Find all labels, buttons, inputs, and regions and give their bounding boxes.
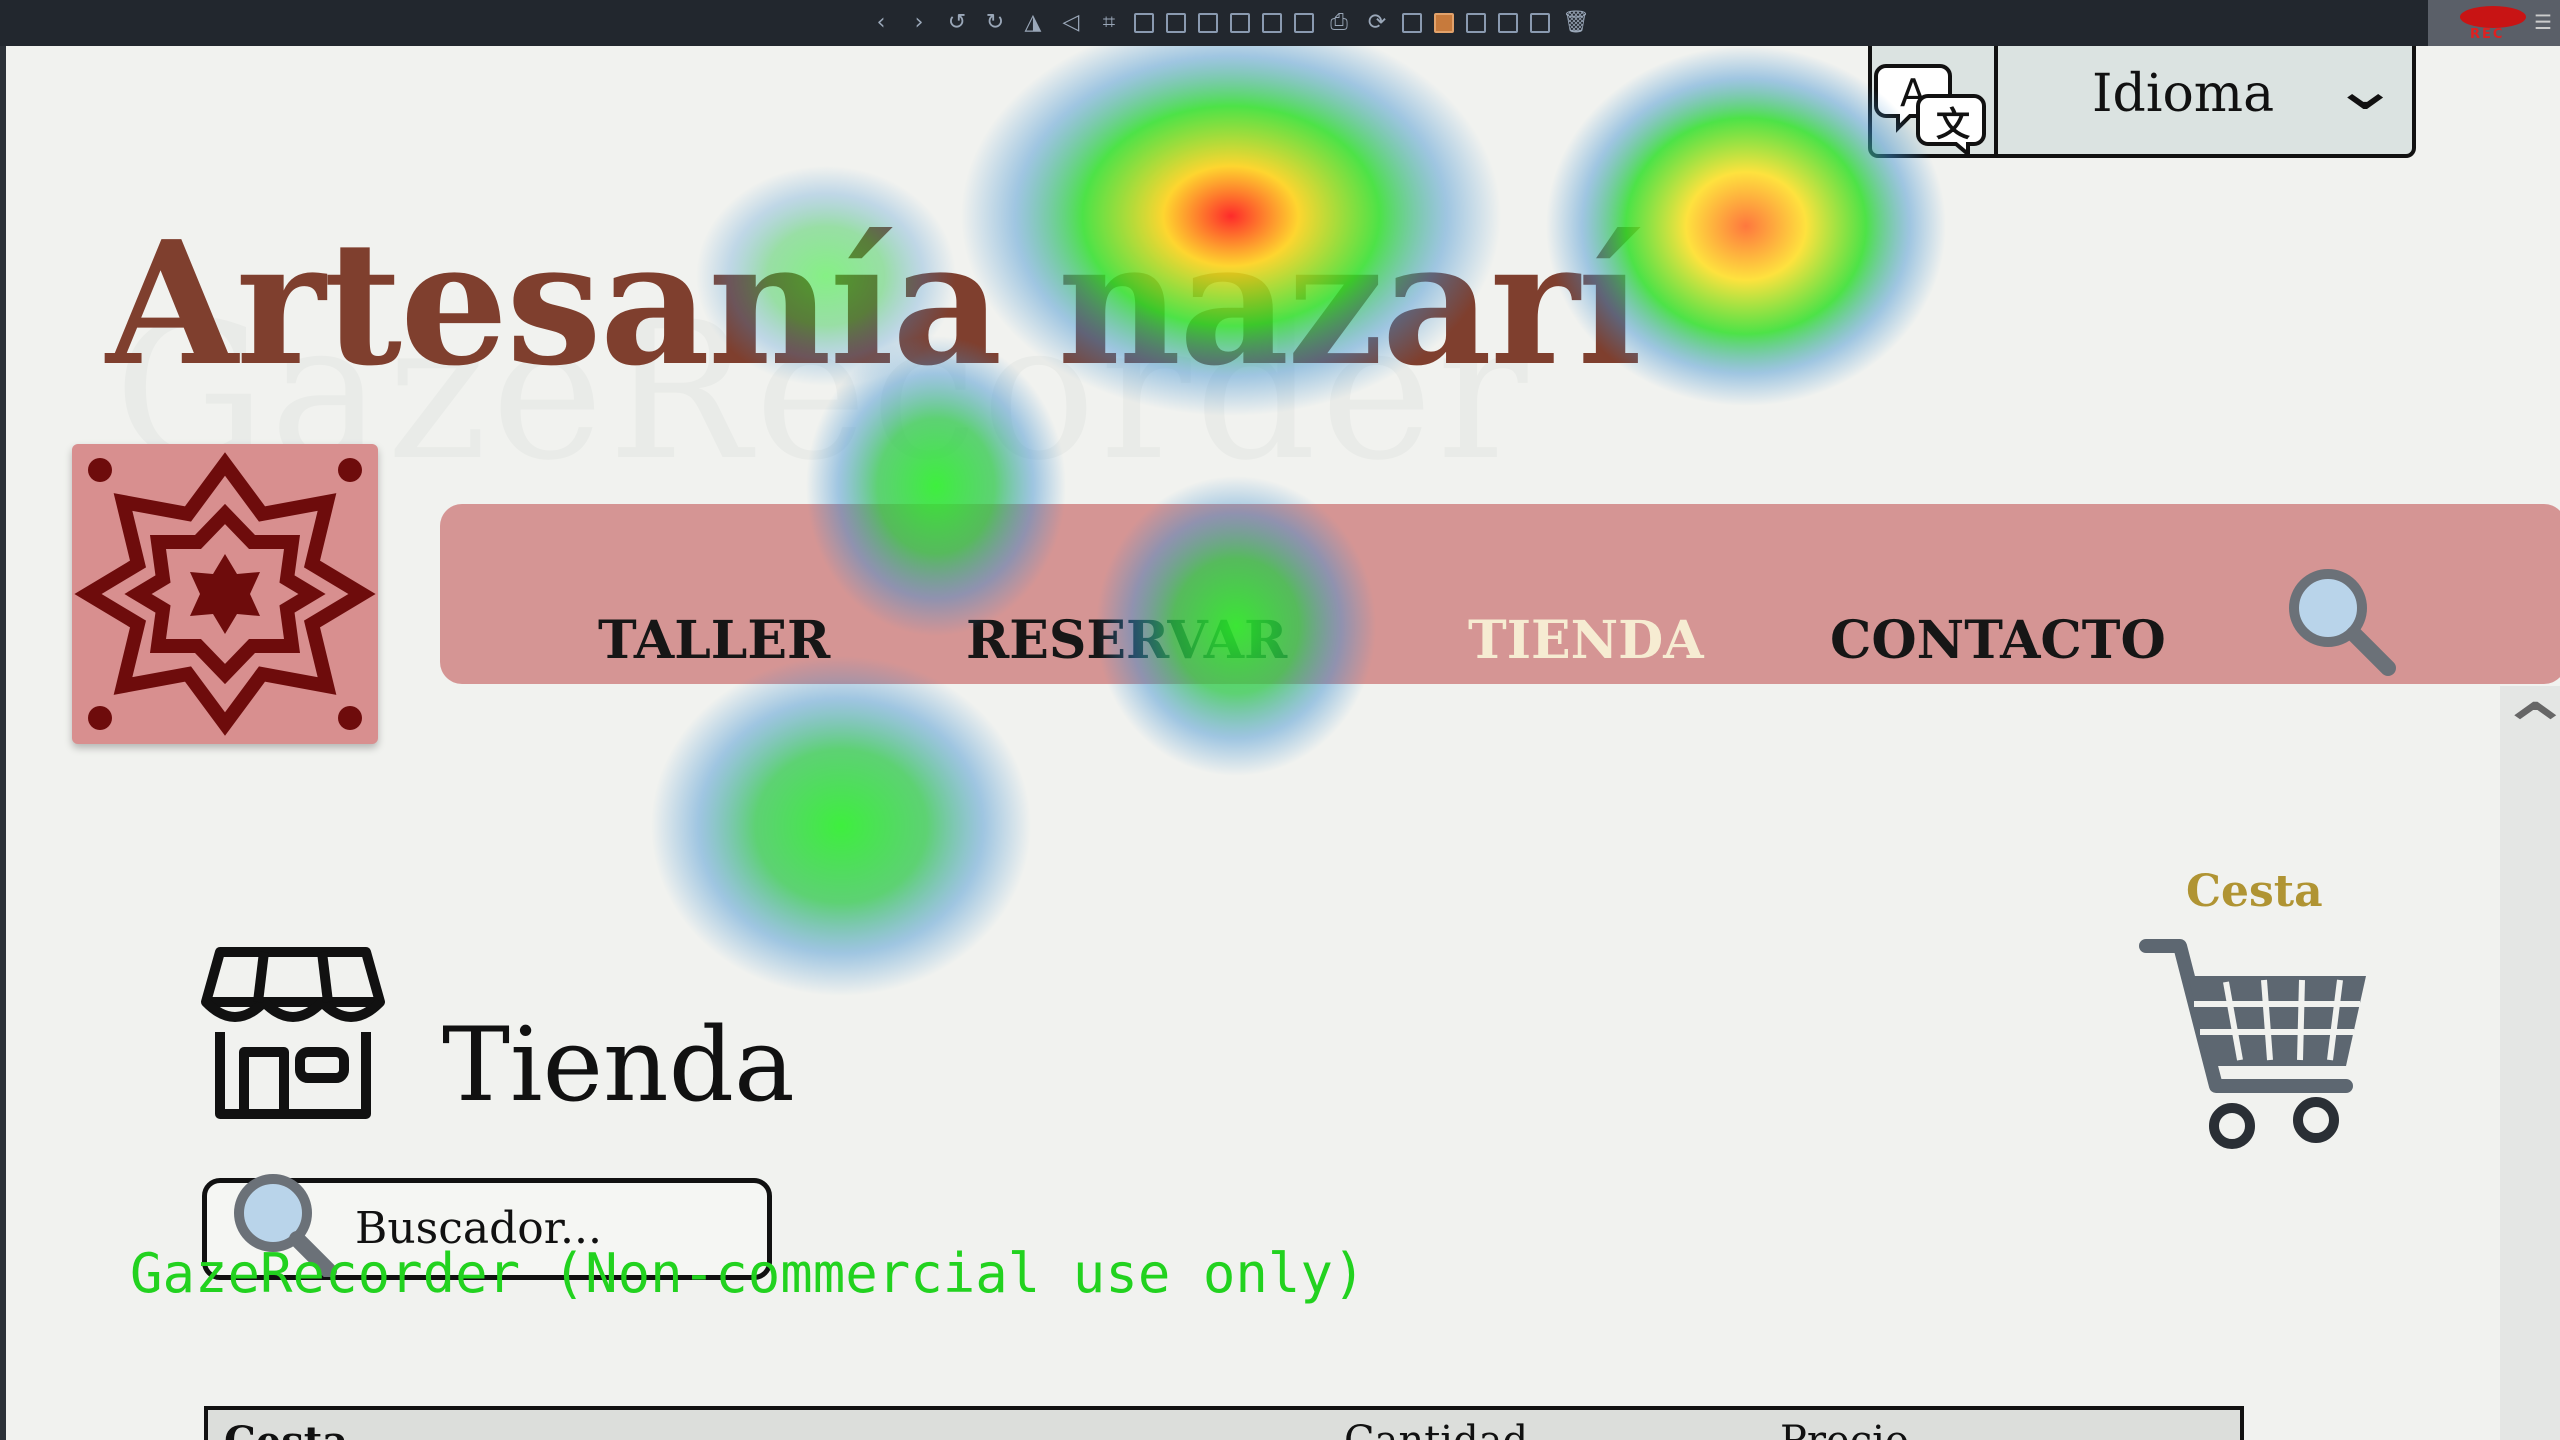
svg-text:文: 文 xyxy=(1936,105,1970,145)
language-selector[interactable]: A 文 Idioma ⌄ xyxy=(1868,46,2416,159)
recorder-toolbar: ‹ › ↺ ↻ ◮ ◁ ⌗ ⎙ ⟳ 🗑 REC ☰ xyxy=(0,0,2560,46)
recorder-license-watermark: GazeRecorder (Non-commercial use only) xyxy=(130,1242,1366,1305)
shop-icon xyxy=(201,947,385,1119)
frame-5-icon[interactable] xyxy=(1262,13,1282,33)
main-nav: TALLER RESERVAR TIENDA CONTACTO xyxy=(440,504,2560,684)
crop-icon[interactable]: ⌗ xyxy=(1096,10,1122,36)
chevron-down-icon: ⌄ xyxy=(2329,54,2401,124)
table-header-cantidad: Cantidad xyxy=(1344,1418,1528,1440)
nav-item-taller[interactable]: TALLER xyxy=(598,610,830,671)
trash-icon[interactable]: 🗑 xyxy=(1562,10,1590,36)
nav-item-tienda[interactable]: TIENDA xyxy=(1468,610,1704,671)
record-dot-icon xyxy=(2460,6,2526,28)
screen-icon[interactable] xyxy=(1466,13,1486,33)
page-title: Tienda xyxy=(442,1006,795,1125)
recorder-toolbar-icons: ‹ › ↺ ↻ ◮ ◁ ⌗ ⎙ ⟳ 🗑 xyxy=(868,10,1590,36)
grid-icon[interactable] xyxy=(1530,13,1550,33)
tile-pattern-icon xyxy=(74,452,376,736)
print-icon[interactable]: ⎙ xyxy=(1326,10,1352,36)
layout-1-icon[interactable] xyxy=(1402,13,1422,33)
rec-label: REC xyxy=(2470,27,2505,42)
image-icon[interactable] xyxy=(1498,13,1518,33)
web-page: GazeRecorder A 文 Idioma ⌄ Artesanía naza… xyxy=(6,46,2560,1440)
frame-3-icon[interactable] xyxy=(1198,13,1218,33)
rotate-ccw-icon[interactable]: ↺ xyxy=(944,10,970,36)
rotate-cw-icon[interactable]: ↻ xyxy=(982,10,1008,36)
triangle-icon[interactable]: ◁ xyxy=(1058,10,1084,36)
frame-4-icon[interactable] xyxy=(1230,13,1250,33)
language-label: Idioma xyxy=(2092,64,2275,124)
page-scrollbar[interactable] xyxy=(2500,686,2560,1440)
nav-item-reservar[interactable]: RESERVAR xyxy=(966,610,1287,671)
translate-icon: A 文 xyxy=(1872,46,1998,159)
shopping-cart-icon[interactable] xyxy=(2136,906,2376,1166)
search-icon[interactable] xyxy=(2284,564,2404,684)
site-title[interactable]: Artesanía nazarí xyxy=(106,204,1642,404)
frame-1-icon[interactable] xyxy=(1134,13,1154,33)
frame-6-icon[interactable] xyxy=(1294,13,1314,33)
chevron-left-icon[interactable]: ‹ xyxy=(868,10,894,36)
chevron-right-icon[interactable]: › xyxy=(906,10,932,36)
table-header-precio: Precio xyxy=(1780,1418,1909,1440)
flip-icon[interactable]: ◮ xyxy=(1020,10,1046,36)
nav-item-contacto[interactable]: CONTACTO xyxy=(1830,610,2166,671)
rec-indicator[interactable]: REC ☰ xyxy=(2428,0,2560,46)
table-header-cesta: Cesta xyxy=(224,1418,348,1440)
chevron-up-icon[interactable]: ⌃ xyxy=(2494,688,2560,770)
menu-icon[interactable]: ☰ xyxy=(2534,10,2552,34)
frame-2-icon[interactable] xyxy=(1166,13,1186,33)
cart-table: Cesta Cantidad Precio xyxy=(204,1406,2244,1440)
refresh-icon[interactable]: ⟳ xyxy=(1364,10,1390,36)
layout-2-icon[interactable] xyxy=(1434,13,1454,33)
site-logo[interactable] xyxy=(72,444,378,744)
